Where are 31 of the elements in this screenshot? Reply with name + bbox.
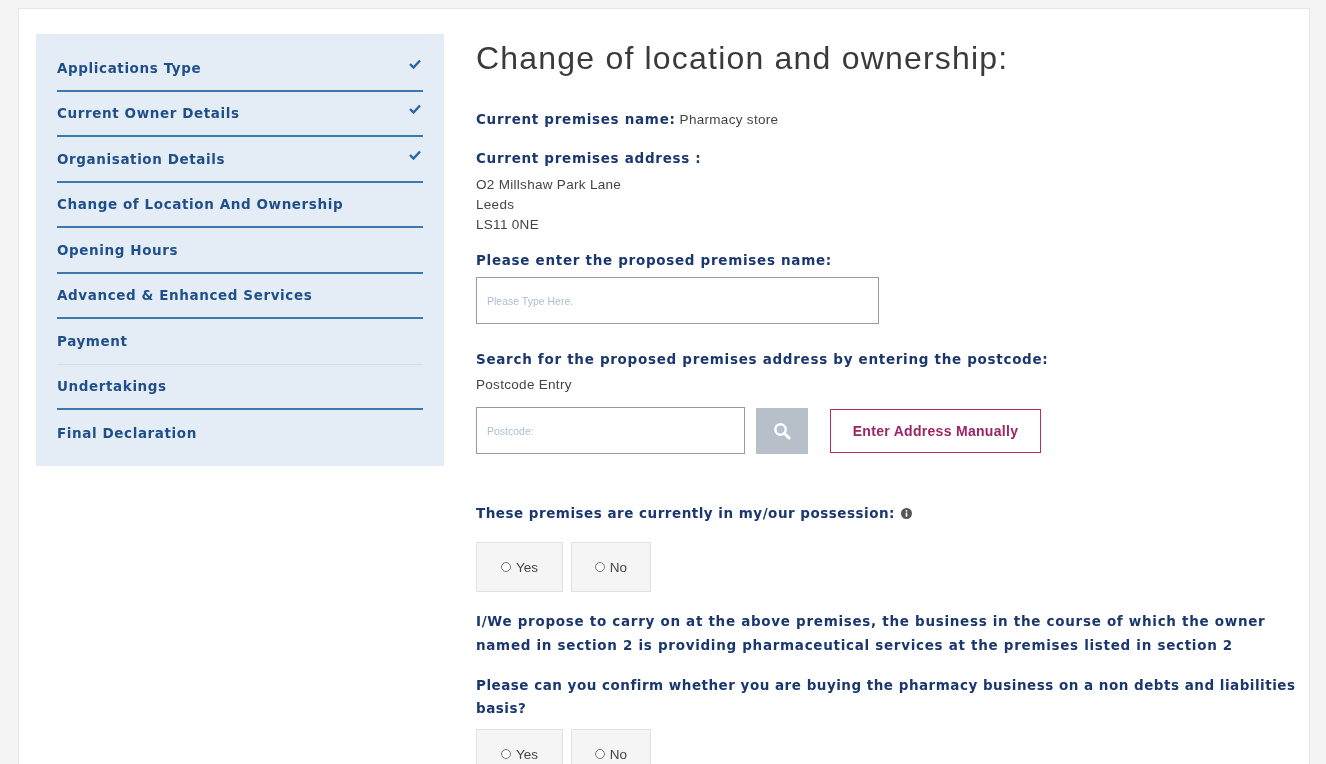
radio-option[interactable]: Yes	[476, 729, 563, 764]
radio-option[interactable]: No	[571, 729, 651, 764]
enter-address-manually-button[interactable]: Enter Address Manually	[830, 408, 1041, 453]
radio-option[interactable]: No	[571, 542, 651, 592]
sidebar-item[interactable]: Current Owner Details	[57, 105, 240, 122]
address-line: LS11 0NE	[476, 216, 540, 234]
sidebar-item[interactable]: Applications Type	[57, 59, 202, 76]
radio-option[interactable]: Yes	[476, 542, 563, 592]
postcode-field[interactable]: Postcode:	[476, 407, 745, 454]
search-button[interactable]	[756, 407, 808, 454]
field-label: Current premises address :	[476, 149, 702, 167]
field-label: Search for the proposed premises address by entering the postcode:	[476, 350, 1049, 368]
input-field[interactable]: Please Type Here.	[476, 277, 879, 324]
sidebar-item[interactable]: Opening Hours	[57, 241, 179, 258]
field-label: Current premises name:	[476, 110, 676, 128]
sidebar-item[interactable]: Organisation Details	[57, 150, 226, 167]
address-line: O2 Millshaw Park Lane	[476, 176, 622, 194]
search-icon	[773, 421, 791, 440]
statement-text: I/We propose to carry on at the above premises, the business in the course of which the owner named in section 2 is providing pharmaceutical services at the premises listed in section 2	[476, 612, 1267, 655]
sidebar-item[interactable]: Final Declaration	[57, 424, 197, 441]
field-label: Please enter the proposed premises name:	[476, 251, 832, 269]
page-title: Change of location and ownership:	[476, 41, 1009, 75]
field-sublabel: Postcode Entry	[476, 376, 572, 394]
question-label: These premises are currently in my/our possession:	[476, 504, 895, 523]
sidebar-item[interactable]: Payment	[57, 333, 128, 350]
sidebar-item[interactable]: Advanced & Enhanced Services	[57, 287, 313, 304]
address-line: Leeds	[476, 196, 516, 214]
sidebar-item[interactable]: Change of Location And Ownership	[57, 196, 344, 213]
question-label: Please can you confirm whether you are buying the pharmacy business on a non debts and liabilities basis?	[476, 676, 1297, 718]
field-value: Pharmacy store	[679, 112, 779, 127]
sidebar-item[interactable]: Undertakings	[57, 378, 167, 395]
